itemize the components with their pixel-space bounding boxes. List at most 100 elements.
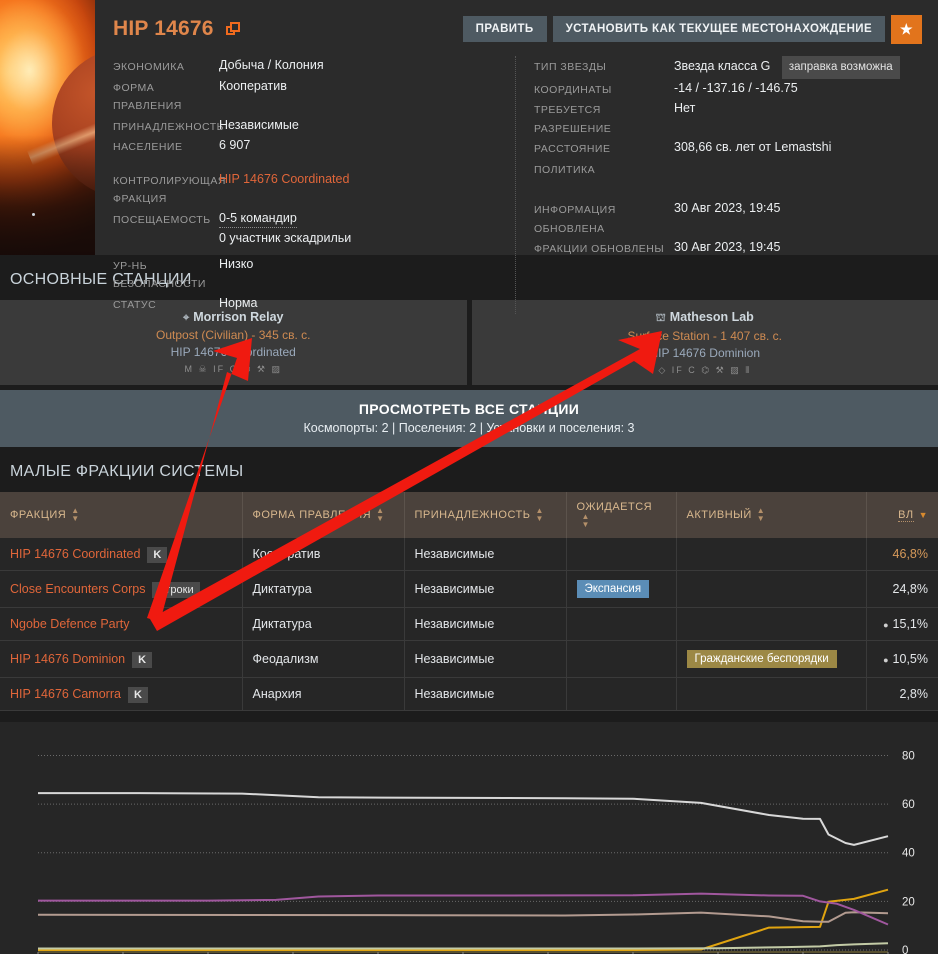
chart-series-line [38,942,889,950]
station-faction[interactable]: HIP 14676 Dominion [480,346,931,360]
cell-faction: HIP 14676 Camorra K [0,677,243,711]
cell-allegiance: Независимые [404,640,567,678]
influence-value: 46,8% [892,547,928,561]
chart-series-line [38,892,889,926]
station-type: Outpost (Civilian) - 345 св. с. [156,328,311,342]
star-type-label: ТИП ЗВЕЗДЫ [534,61,607,73]
info-label: ФОРМА ПРАВЛЕНИЯ [113,81,182,113]
cell-active [676,677,867,711]
title-row: HIP 14676 ПРАВИТЬ УСТАНОВИТЬ КАК ТЕКУЩЕЕ… [95,8,938,44]
info-label: ЭКОНОМИКА [113,61,185,73]
cell-influence: ● 10,5% [866,640,938,678]
info-value: 6 907 [219,138,251,152]
column-header-influence[interactable]: ВЛ ▼ [866,492,938,538]
controlling-faction-label: КОНТРОЛИРУЮЩАЯ ФРАКЦИЯ [113,174,226,206]
faction-badge: K [127,687,148,703]
chart-y-tick: 20 [902,896,915,908]
info-updated-row: ИНФОРМАЦИЯ ОБНОВЛЕНА 30 Авг 2023, 19:45 [534,199,922,238]
factions-table-body: HIP 14676 Coordinated K Кооператив Незави… [0,538,938,711]
system-star-image [0,0,95,255]
attendance-label: ПОСЕЩАЕМОСТЬ [113,213,211,226]
permit-row: ТРЕБУЕТСЯ РАЗРЕШЕНИЕ Нет [534,99,922,138]
cell-government: Феодализм [242,640,405,678]
faction-link[interactable]: HIP 14676 Dominion [10,652,125,666]
chart-series-line [37,911,889,923]
table-row: HIP 14676 Coordinated K Кооператив Незави… [0,538,938,571]
favorite-star-button[interactable]: ★ [891,14,922,44]
influence-value: 15,1% [892,617,928,631]
factions-updated-value: 30 Авг 2023, 19:45 [674,240,781,254]
star-type-row: ТИП ЗВЕЗДЫ Звезда класса G заправка возм… [534,56,922,79]
info-updated-label: ИНФОРМАЦИЯ ОБНОВЛЕНА [534,204,616,235]
security-row: УР-НЬ БЕЗОПАСНОСТИ Низко [113,255,499,294]
chart-svg: 020406080Мрт 28Апр 12Апр 27Мая 12Мая 27И… [37,750,915,954]
status-label: СТАТУС [113,298,157,311]
column-header-active[interactable]: АКТИВНЫЙ ▲ ▼ [676,492,867,538]
faction-badge: K [147,547,168,563]
attendance-squadron: 0 участник эскадрильи [219,231,352,245]
factions-section-title: МАЛЫЕ ФРАКЦИИ СИСТЕМЫ [10,463,244,480]
factions-updated-label: ФРАКЦИИ ОБНОВЛЕНЫ [534,243,665,255]
chart-series-line [38,792,889,846]
system-header-panel: HIP 14676 ПРАВИТЬ УСТАНОВИТЬ КАК ТЕКУЩЕЕ… [0,0,938,314]
faction-link[interactable]: Ngobe Defence Party [10,617,130,631]
cell-government: Диктатура [242,570,405,608]
cell-pending: Экспансия [566,570,677,608]
factions-section: МАЛЫЕ ФРАКЦИИ СИСТЕМЫ ФРАКЦИЯ ▲ ▼ ФОРМА ПР… [0,447,938,711]
info-value: Кооператив [219,78,287,93]
chart-series-line [38,888,889,951]
table-row: Close Encounters Corps Игроки Диктатура Н… [0,570,938,608]
factions-updated-row: ФРАКЦИИ ОБНОВЛЕНЫ 30 Авг 2023, 19:45 [534,238,922,259]
station-counts: Космопорты: 2 | Поселения: 2 | Установки… [303,421,635,435]
cell-active [676,538,867,571]
column-header-allegiance[interactable]: ПРИНАДЛЕЖНОСТЬ ▲ ▼ [404,492,567,538]
chart-y-tick: 40 [902,848,915,860]
influence-history-chart: 020406080Мрт 28Апр 12Апр 27Мая 12Мая 27И… [0,722,938,954]
info-row: ЭКОНОМИКА Добыча / Колония [113,56,499,77]
politics-row: ПОЛИТИКА [534,159,922,180]
table-row: HIP 14676 Dominion K Феодализм Независимы… [0,640,938,678]
copy-icon[interactable] [225,21,241,37]
column-header-government[interactable]: ФОРМА ПРАВЛЕНИЯ ▲ ▼ [242,492,405,538]
cell-allegiance: Независимые [404,677,567,711]
cell-influence: 46,8% [866,538,938,571]
faction-badge: K [132,652,153,668]
distant-star-dot [32,213,35,216]
attendance-row: ПОСЕЩАЕМОСТЬ 0-5 командир [113,209,499,230]
faction-link[interactable]: Close Encounters Corps [10,582,145,596]
table-row: HIP 14676 Camorra K Анархия Независимые 2… [0,677,938,711]
attendance-label-empty [113,229,219,248]
cell-active [676,607,867,641]
edit-button[interactable]: ПРАВИТЬ [462,16,547,42]
factions-table: ФРАКЦИЯ ▲ ▼ ФОРМА ПРАВЛЕНИЯ ▲ ▼ ПРИНАДЛЕЖНОС… [0,492,938,711]
station-services-icons: M ☠ IF C ⌬ ⚒ ▨ [184,364,282,374]
faction-link[interactable]: HIP 14676 Camorra [10,687,121,701]
faction-link[interactable]: HIP 14676 Coordinated [10,547,140,561]
column-header-pending[interactable]: ОЖИДАЕТСЯ ▲ ▼ [566,492,677,538]
influence-change-dot: ● [883,619,889,630]
image-shadow-overlay [0,135,95,255]
cell-active: Гражданские беспорядки [676,640,867,678]
chart-y-tick: 80 [902,750,915,762]
cell-pending [566,677,677,711]
sort-icon: ▲ ▼ [376,506,385,523]
influence-value: 10,5% [892,652,928,666]
column-header-faction[interactable]: ФРАКЦИЯ ▲ ▼ [0,492,243,538]
cell-government: Анархия [242,677,405,711]
station-type: Surface Station - 1 407 св. с. [627,329,782,343]
sort-icon: ▲ ▼ [535,506,544,523]
controlling-faction-link[interactable]: HIP 14676 Coordinated [219,170,349,209]
set-current-location-button[interactable]: УСТАНОВИТЬ КАК ТЕКУЩЕЕ МЕСТОНАХОЖДЕНИЕ [552,16,886,42]
cell-pending [566,607,677,641]
pending-state-pill: Экспансия [576,580,650,598]
attendance-row-2: 0 участник эскадрильи [113,229,499,248]
cell-influence: ● 15,1% [866,607,938,641]
politics-label: ПОЛИТИКА [534,163,596,176]
station-faction[interactable]: HIP 14676 Coordinated [8,345,459,359]
view-all-stations-button[interactable]: ПРОСМОТРЕТЬ ВСЕ СТАНЦИИ Космопорты: 2 | … [0,390,938,447]
sort-desc-icon: ▼ [918,510,928,520]
security-label: УР-НЬ БЕЗОПАСНОСТИ [113,259,206,291]
chart-y-tick: 0 [902,945,908,954]
info-updated-value: 30 Авг 2023, 19:45 [674,201,781,215]
table-row: Ngobe Defence Party Диктатура Независимы… [0,607,938,641]
